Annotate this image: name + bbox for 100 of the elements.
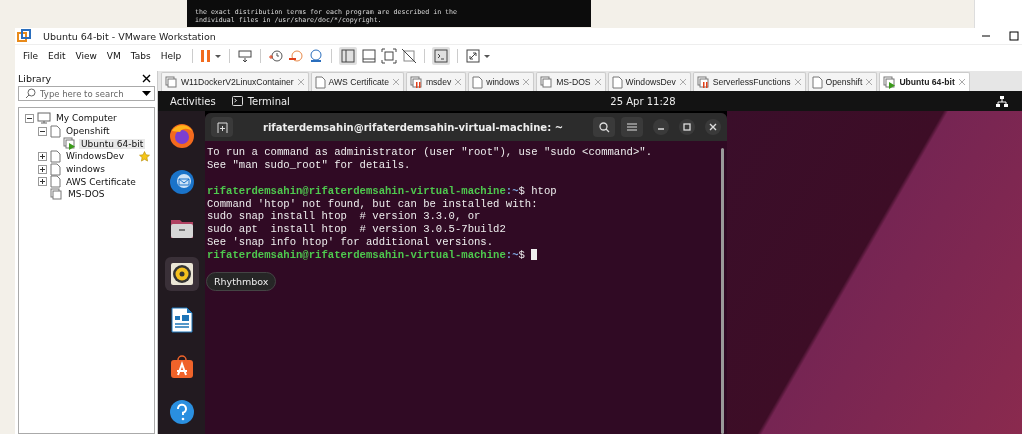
collapse-icon[interactable] bbox=[25, 113, 34, 123]
pause-dropdown-icon[interactable] bbox=[200, 48, 223, 64]
sidebar-view-icon[interactable] bbox=[339, 47, 358, 65]
search-icon bbox=[598, 121, 610, 133]
prompt-path: :~ bbox=[505, 249, 519, 262]
tree-item[interactable]: My Computer bbox=[54, 113, 119, 124]
close-button[interactable] bbox=[705, 119, 721, 135]
terminal-line: See "man sudo_root" for details. bbox=[207, 158, 412, 172]
app-logo-icon bbox=[17, 29, 31, 43]
tab-label: windows bbox=[486, 77, 520, 87]
terminal-line: sudo apt install htop # version 3.0.5-7build2 bbox=[207, 223, 507, 237]
tab-label: Ubuntu 64-bit bbox=[899, 77, 955, 87]
computer-icon bbox=[37, 112, 51, 125]
new-tab-button[interactable] bbox=[211, 117, 233, 137]
thumbnail-view-icon[interactable] bbox=[361, 48, 378, 64]
tree-item[interactable]: AWS Certificate bbox=[64, 176, 138, 187]
menu-button[interactable] bbox=[621, 117, 643, 137]
tree-item[interactable]: WindowsDev bbox=[64, 151, 126, 162]
close-icon bbox=[709, 123, 717, 131]
search-field[interactable]: Type here to search bbox=[18, 86, 155, 101]
search-button[interactable] bbox=[593, 117, 615, 137]
tab[interactable]: Ubuntu 64-bit bbox=[879, 72, 970, 91]
running-pages-icon bbox=[63, 137, 76, 151]
dropdown-caret-icon[interactable] bbox=[142, 90, 151, 97]
app-menu-label[interactable]: Terminal bbox=[247, 95, 290, 107]
search-icon bbox=[25, 88, 36, 99]
tab[interactable]: ServerlessFunctions bbox=[692, 72, 806, 91]
send-keys-icon[interactable] bbox=[237, 48, 254, 64]
help-icon bbox=[168, 399, 195, 425]
document-icon bbox=[168, 307, 195, 333]
browser-icon bbox=[168, 123, 195, 149]
tab-label: ServerlessFunctions bbox=[712, 77, 791, 87]
stacked-pages-icon bbox=[540, 75, 554, 89]
close-icon[interactable] bbox=[142, 73, 151, 83]
terminal-line: sudo snap install htop # version 3.3.0, or bbox=[207, 210, 482, 224]
maximize-icon bbox=[683, 123, 691, 131]
tab-label: MS-DOS bbox=[556, 77, 591, 87]
prompt-path: :~ bbox=[505, 184, 519, 197]
running-pages-icon bbox=[883, 75, 897, 89]
clock[interactable]: 25 Apr 11:28 bbox=[610, 95, 676, 107]
prompt-user: rifaterdemsahin@rifaterdemsahin-virtual-machine bbox=[207, 249, 506, 262]
tab-label: WindowsDev bbox=[625, 77, 676, 87]
tab[interactable]: msdev bbox=[405, 72, 467, 91]
menu-item[interactable]: Help bbox=[156, 49, 186, 63]
page-icon bbox=[50, 149, 61, 163]
menu-item[interactable]: View bbox=[71, 49, 101, 63]
scrollbar[interactable] bbox=[721, 148, 724, 434]
page-icon bbox=[314, 75, 326, 89]
tab[interactable]: MS-DOS bbox=[536, 72, 606, 91]
terminal-title: rifaterdemsahin@rifaterdemsahin-virtual-machine: ~ bbox=[263, 121, 563, 133]
tree-item[interactable]: MS-DOS bbox=[66, 189, 107, 200]
tab-label: W11DockerV2LinuxContainer bbox=[181, 77, 294, 87]
stacked-pages-icon bbox=[165, 75, 178, 89]
tooltip: Rhythmbox bbox=[206, 272, 277, 291]
snapshot-manager-icon[interactable] bbox=[308, 48, 325, 64]
shopping-bag-icon bbox=[168, 353, 195, 379]
command-text: $ bbox=[518, 249, 526, 262]
expand-icon[interactable] bbox=[38, 164, 47, 174]
menu-item[interactable]: Edit bbox=[44, 49, 70, 63]
new-tab-icon bbox=[216, 121, 228, 133]
menu-item[interactable]: Tabs bbox=[126, 49, 155, 63]
tab[interactable]: windows bbox=[468, 72, 535, 91]
fullscreen-dropdown-icon[interactable] bbox=[465, 48, 492, 64]
dock-item[interactable] bbox=[164, 257, 199, 291]
terminal-line: Command 'htop' not found, but can be installed with: bbox=[207, 197, 539, 211]
tree-item[interactable]: Ubuntu 64-bit bbox=[79, 138, 146, 149]
page-icon bbox=[472, 75, 484, 89]
menu-item[interactable]: VM bbox=[102, 49, 125, 63]
prompt-user: rifaterdemsahin@rifaterdemsahin-virtual-machine bbox=[207, 184, 506, 197]
mail-icon bbox=[168, 169, 195, 195]
page-icon bbox=[611, 75, 623, 89]
tree-item[interactable]: windows bbox=[64, 164, 107, 175]
tree-item[interactable]: Openshift bbox=[64, 126, 112, 137]
speaker-icon bbox=[168, 261, 195, 287]
tab[interactable]: WindowsDev bbox=[607, 72, 691, 91]
network-icon[interactable] bbox=[996, 95, 1008, 107]
maximize-button[interactable] bbox=[679, 119, 695, 135]
tab[interactable]: W11DockerV2LinuxContainer bbox=[161, 72, 309, 91]
console-icon[interactable] bbox=[432, 47, 451, 65]
tab-label: msdev bbox=[425, 77, 452, 87]
expand-icon[interactable] bbox=[38, 151, 47, 161]
stacked-pages-icon bbox=[50, 187, 63, 201]
maximize-icon[interactable] bbox=[1008, 30, 1020, 42]
snapshot-icon[interactable] bbox=[268, 48, 285, 64]
collapse-icon[interactable] bbox=[38, 126, 47, 136]
activities-button[interactable]: Activities bbox=[170, 95, 216, 107]
page-icon bbox=[811, 75, 823, 89]
tab[interactable]: Openshift bbox=[807, 72, 878, 91]
minimize-button[interactable] bbox=[653, 119, 669, 135]
revert-snapshot-icon[interactable] bbox=[288, 48, 305, 64]
library-title: Library bbox=[18, 72, 52, 84]
menu-item[interactable]: File bbox=[19, 49, 43, 63]
tab[interactable]: AWS Certificate bbox=[310, 72, 404, 91]
terminal-line: To run a command as administrator (user "root"), use "sudo <command>". bbox=[207, 146, 653, 159]
paused-pages-icon bbox=[409, 75, 423, 89]
command-text: $ htop bbox=[518, 184, 557, 197]
expand-icon[interactable] bbox=[38, 177, 47, 187]
tab-label: Openshift bbox=[825, 77, 863, 87]
fit-view-icon[interactable] bbox=[381, 48, 398, 64]
page-icon bbox=[50, 162, 61, 176]
